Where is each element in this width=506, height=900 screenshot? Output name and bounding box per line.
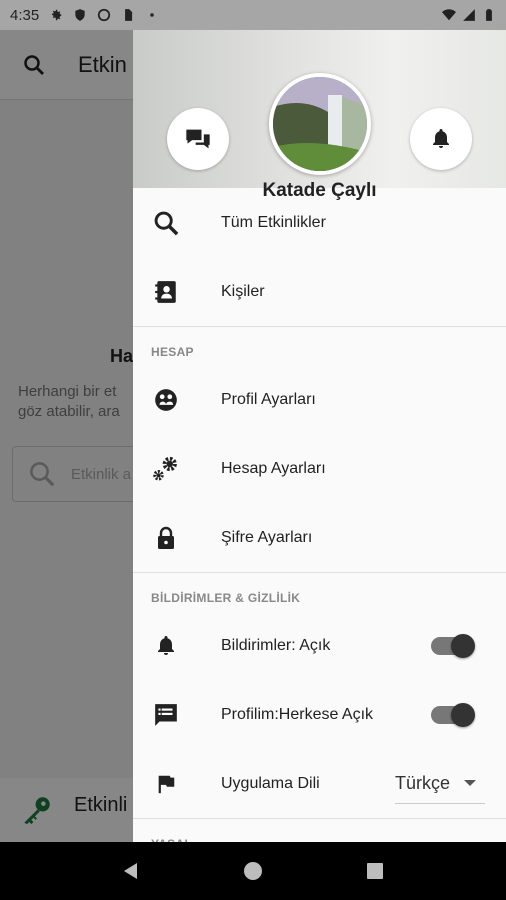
language-label: Uygulama Dili [221, 774, 320, 792]
home-button[interactable] [233, 851, 273, 891]
toggle-knob [451, 633, 475, 658]
gear-icon [52, 9, 62, 21]
lock-icon [151, 523, 181, 553]
toggle-knob [451, 702, 475, 727]
back-triangle-icon [124, 863, 137, 879]
shield-icon [75, 9, 85, 21]
gears-icon [151, 454, 181, 484]
menu-item-language: Uygulama Dili Türkçe [133, 749, 506, 818]
contacts-icon [151, 277, 181, 307]
chevron-down-icon [464, 780, 477, 786]
menu-item-profile-settings[interactable]: Profil Ayarları [133, 365, 506, 434]
menu-item-notifications[interactable]: Bildirimler: Açık [133, 611, 506, 680]
battery-icon [486, 9, 492, 21]
navigation-drawer: Katade Çaylı Tüm Etkinlikler Kişiler HES… [133, 0, 506, 842]
language-dropdown[interactable]: Türkçe [395, 764, 485, 804]
drawer-header: Katade Çaylı [133, 30, 506, 201]
recents-square-icon [367, 863, 383, 879]
home-circle-icon [244, 862, 262, 880]
notifications-label: Bildirimler: Açık [221, 636, 331, 654]
avatar-image [273, 77, 367, 171]
notifications-button[interactable] [410, 108, 472, 170]
language-value: Türkçe [395, 772, 451, 793]
system-nav-bar [0, 842, 506, 900]
recents-button[interactable] [355, 851, 395, 891]
flag-icon [151, 769, 181, 799]
back-button[interactable] [111, 851, 151, 891]
chat-bubbles-icon [186, 129, 210, 149]
menu-item-profile-public[interactable]: Profilim:Herkese Açık [133, 680, 506, 749]
section-header-account: HESAP [151, 345, 194, 359]
status-time: 4:35 [10, 6, 40, 24]
message-list-icon [151, 700, 181, 730]
wifi-icon [442, 9, 456, 21]
status-bar: 4:35 [0, 0, 506, 30]
sim-icon [125, 9, 133, 21]
avatar[interactable] [269, 73, 371, 175]
bell-icon [433, 129, 449, 148]
menu-item-label: Tüm Etkinlikler [221, 213, 326, 231]
signal-icon [463, 9, 475, 21]
profile-public-label: Profilim:Herkese Açık [221, 705, 374, 723]
dot-icon [150, 13, 154, 17]
profile-settings-icon [151, 385, 181, 415]
profile-public-toggle[interactable] [431, 702, 475, 727]
bell-icon [151, 631, 181, 661]
drawer-menu: Tüm Etkinlikler Kişiler HESAP Profil Aya… [133, 188, 506, 842]
messages-button[interactable] [167, 108, 229, 170]
circle-icon [98, 8, 111, 22]
menu-item-label: Şifre Ayarları [221, 528, 313, 546]
search-icon [151, 208, 181, 238]
menu-item-label: Hesap Ayarları [221, 459, 326, 477]
menu-item-contacts[interactable]: Kişiler [133, 257, 506, 326]
section-header-notifications: BİLDİRİMLER & GİZLİLİK [151, 591, 301, 605]
menu-item-account-settings[interactable]: Hesap Ayarları [133, 434, 506, 503]
menu-item-password-settings[interactable]: Şifre Ayarları [133, 503, 506, 572]
section-header-legal: YASAL [133, 819, 506, 842]
menu-item-all-events[interactable]: Tüm Etkinlikler [133, 188, 506, 257]
menu-item-label: Profil Ayarları [221, 390, 316, 408]
menu-item-label: Kişiler [221, 282, 265, 300]
notifications-toggle[interactable] [431, 633, 475, 658]
